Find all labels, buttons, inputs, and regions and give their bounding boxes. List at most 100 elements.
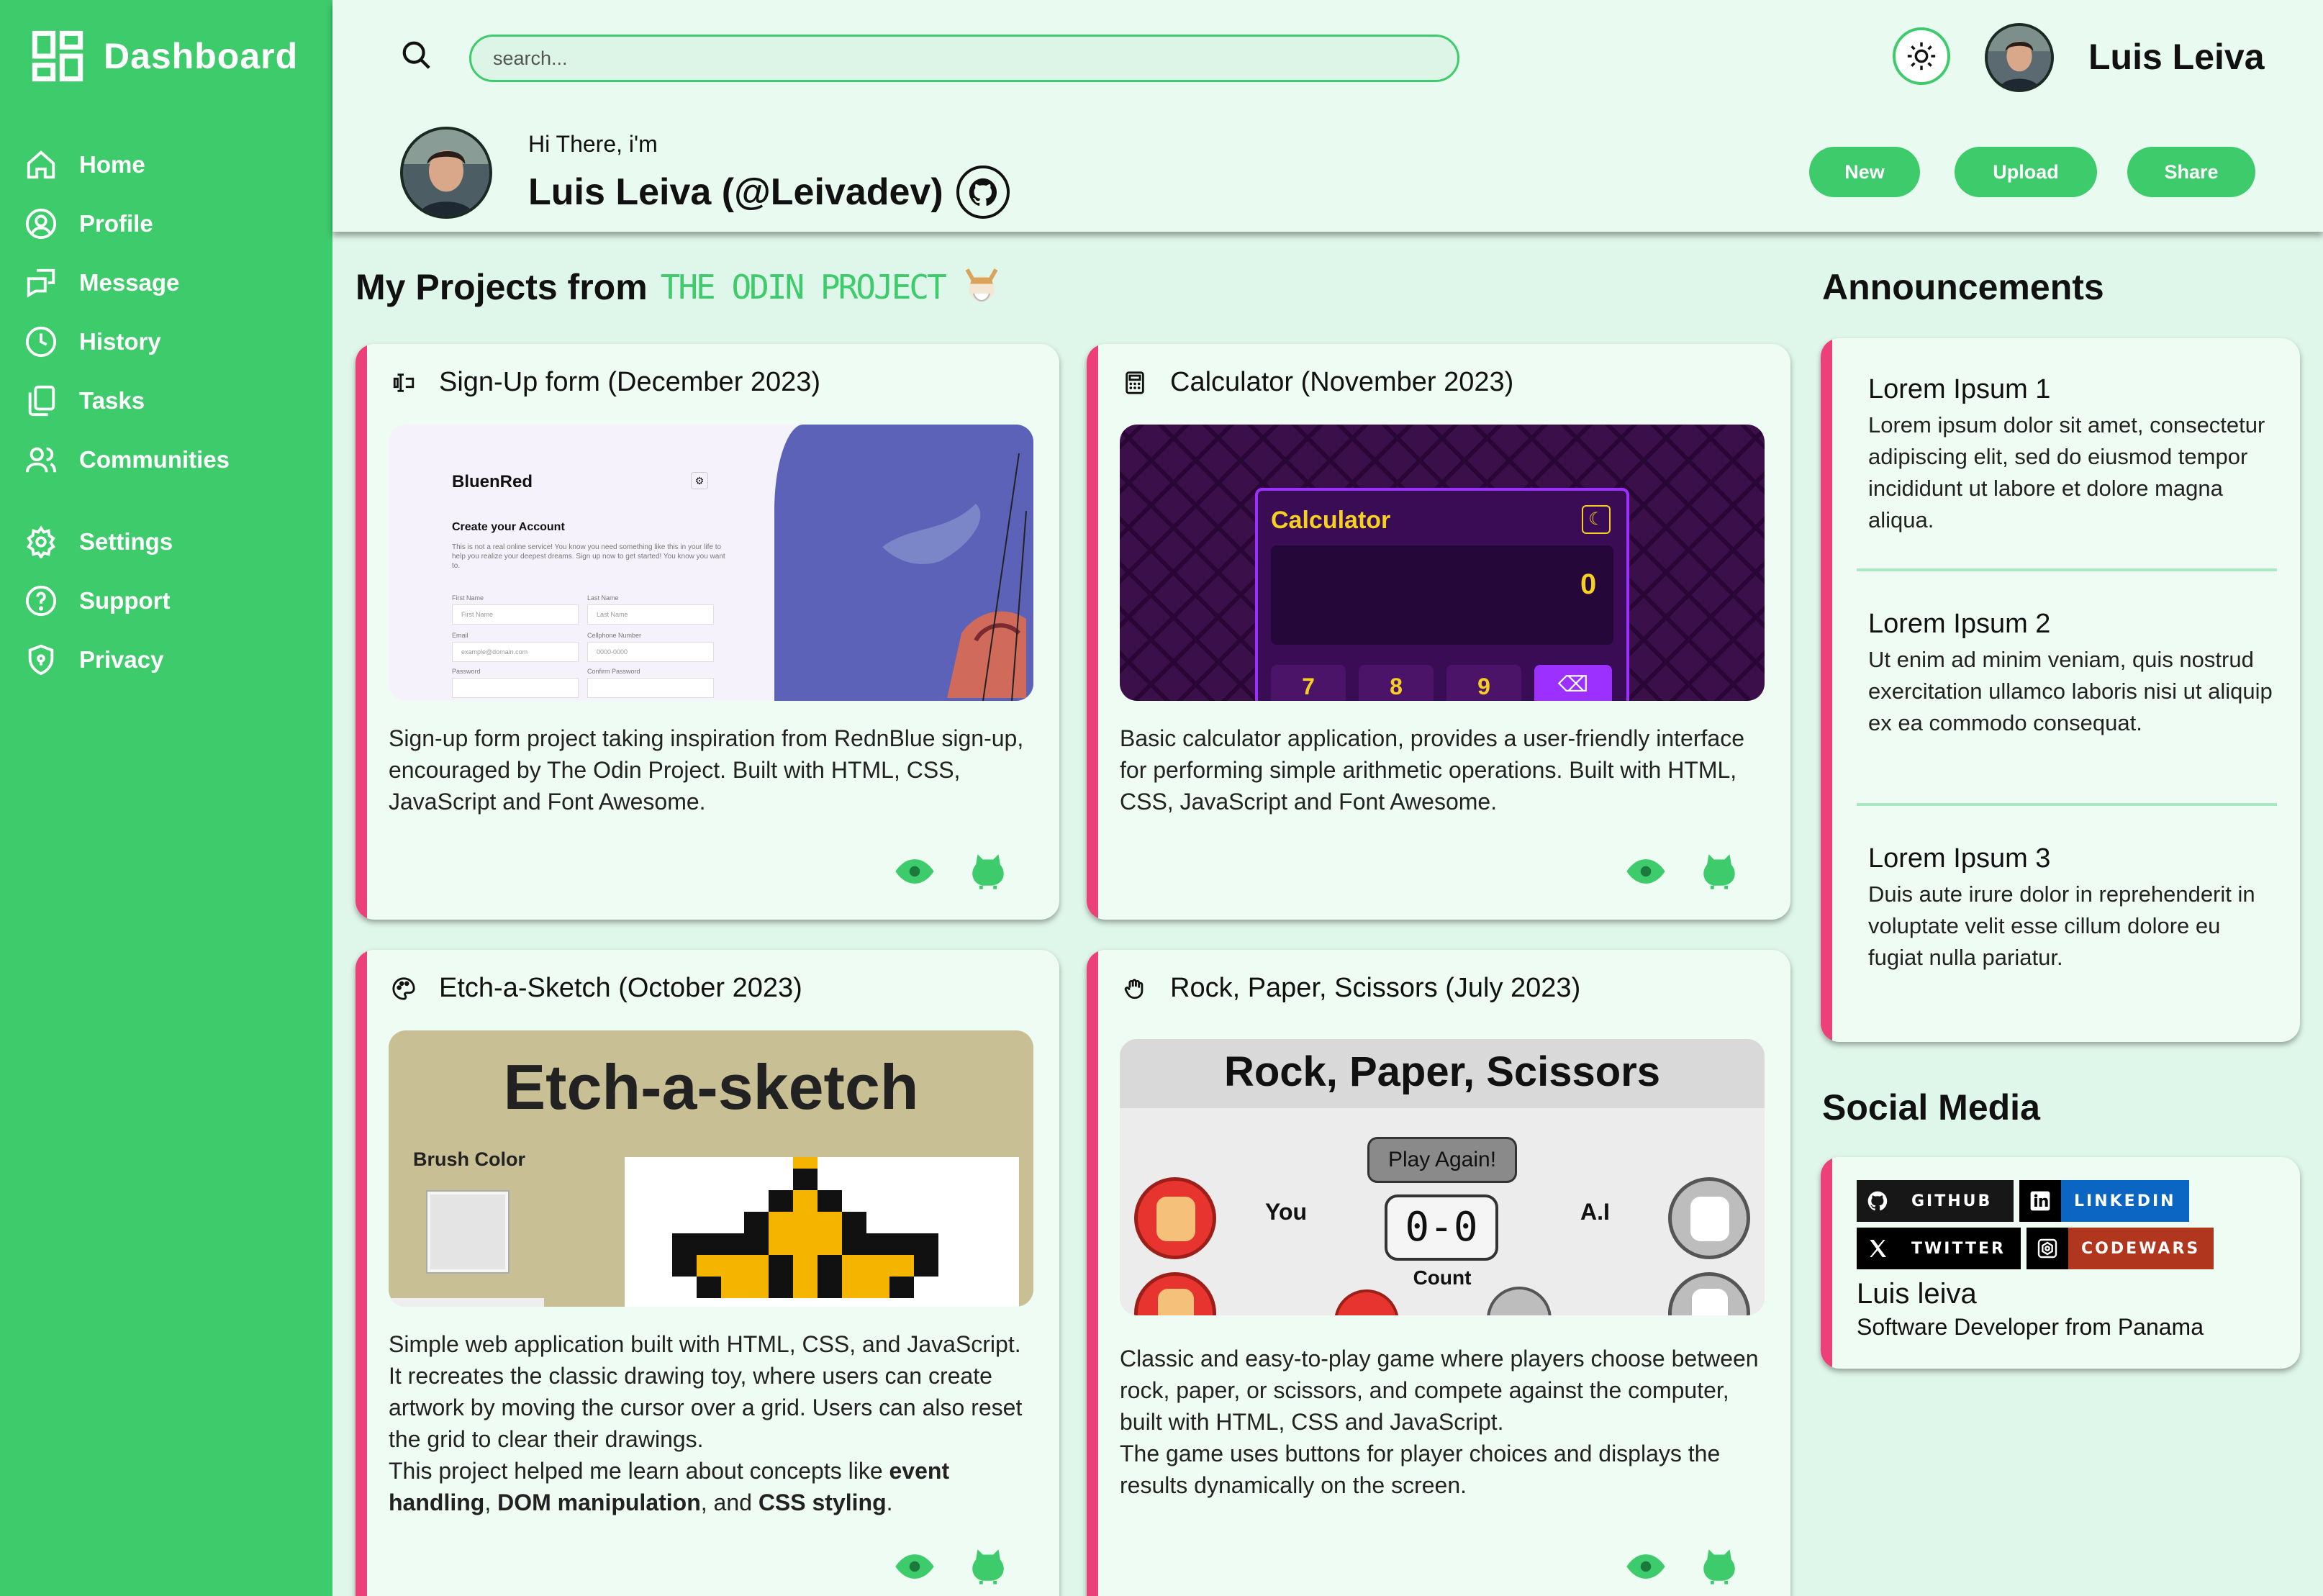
github-icon <box>1857 1180 1898 1222</box>
github-repo-icon[interactable] <box>1698 849 1740 891</box>
sidebar: Dashboard Home Profile Message History T… <box>0 0 332 1596</box>
shot-artwork <box>774 425 1033 701</box>
social-media-panel: GITHUB LINKEDIN TWITTER CODEWARS Luis le… <box>1821 1157 2300 1369</box>
announcements-title: Announcements <box>1822 267 2104 307</box>
brush-color-label: Brush Color <box>413 1148 526 1170</box>
sidebar-item-label: Privacy <box>79 646 164 673</box>
card-description: Sign-up form project taking inspiration … <box>389 725 1024 815</box>
project-screenshot[interactable]: Calculator ☾ 0 7 8 9 ⌫ <box>1120 425 1765 701</box>
calc-title: Calculator <box>1271 507 1391 534</box>
rock-choice-icon <box>1134 1177 1216 1259</box>
desc-separator: , and <box>700 1490 752 1515</box>
concept-dom-manipulation: DOM manipulation <box>497 1490 701 1515</box>
shot-logo: BluenRed <box>452 472 533 491</box>
twitter-badge[interactable]: TWITTER <box>1857 1228 2021 1269</box>
settings-icon <box>27 525 55 558</box>
project-card-signup: Sign-Up form (December 2023) BluenRed ⚙ … <box>356 344 1059 920</box>
shot-intro: This is not a real online service! You k… <box>452 543 725 570</box>
card-header: Sign-Up form (December 2023) <box>391 367 820 398</box>
divider <box>1857 803 2277 806</box>
upload-button[interactable]: Upload <box>1955 147 2097 197</box>
x-icon <box>1857 1228 1898 1269</box>
pixel-art <box>672 1157 938 1298</box>
projects-title: My Projects from <box>356 267 648 307</box>
sidebar-item-label: Home <box>79 151 145 178</box>
view-live-icon[interactable] <box>894 1546 936 1587</box>
codewars-badge[interactable]: CODEWARS <box>2027 1228 2214 1269</box>
sidebar-item-communities[interactable]: Communities <box>24 430 327 489</box>
project-card-etch-a-sketch: Etch-a-Sketch (October 2023) Etch-a-sket… <box>356 950 1059 1596</box>
desc-text: Simple web application built with HTML, … <box>389 1331 1023 1452</box>
projects-heading: My Projects from THE ODIN PROJECT <box>356 266 1001 308</box>
project-screenshot[interactable]: BluenRed ⚙ Create your Account This is n… <box>389 425 1033 701</box>
github-repo-icon[interactable] <box>967 1544 1009 1586</box>
profile-name-text: Luis Leiva (@Leivadev) <box>528 171 943 213</box>
user-name: Luis Leiva <box>2088 37 2265 77</box>
project-screenshot[interactable]: Rock, Paper, Scissors Play Again! You A.… <box>1120 1039 1765 1315</box>
card-description: Classic and easy-to-play game where play… <box>1120 1343 1767 1501</box>
shot-field <box>587 678 714 698</box>
card-description: Simple web application built with HTML, … <box>389 1328 1036 1518</box>
badge-label: LINKEDIN <box>2074 1192 2176 1210</box>
announcement-title: Lorem Ipsum 2 <box>1868 609 2051 639</box>
search-input[interactable] <box>469 35 1459 82</box>
history-icon <box>25 326 57 358</box>
sidebar-item-message[interactable]: Message <box>24 253 327 312</box>
calculator-icon <box>1126 371 1144 394</box>
profile-name: Luis Leiva (@Leivadev) <box>528 166 1010 219</box>
github-badge[interactable]: GITHUB <box>1857 1180 2014 1222</box>
divider <box>1857 568 2277 571</box>
sidebar-item-support[interactable]: Support <box>24 571 327 630</box>
sidebar-item-settings[interactable]: Settings <box>24 512 327 571</box>
brand-title: Dashboard <box>104 36 299 76</box>
odin-project-logo: THE ODIN PROJECT <box>660 268 947 307</box>
shot-field: First Name <box>452 604 579 625</box>
card-title: Sign-Up form (December 2023) <box>439 367 821 397</box>
brand[interactable]: Dashboard <box>30 29 298 83</box>
new-button[interactable]: New <box>1809 147 1920 197</box>
github-repo-icon[interactable] <box>967 849 1009 891</box>
announcement-title: Lorem Ipsum 1 <box>1868 374 2051 404</box>
announcement-title: Lorem Ipsum 3 <box>1868 843 2051 874</box>
social-subtitle: Software Developer from Panama <box>1857 1314 2204 1340</box>
card-description: Basic calculator application, provides a… <box>1120 725 1744 815</box>
shot-label: Confirm Password <box>587 668 640 675</box>
search-icon[interactable] <box>400 39 433 72</box>
support-icon <box>25 585 57 617</box>
announcement-item[interactable]: Lorem Ipsum 3 Duis aute irure dolor in r… <box>1868 843 2278 974</box>
header: Luis Leiva Hi There, i'm Luis Leiva (@Le… <box>332 0 2323 232</box>
ai-rock-icon <box>1668 1177 1750 1259</box>
github-icon <box>969 178 997 207</box>
github-profile-link[interactable] <box>956 166 1010 219</box>
announcement-item[interactable]: Lorem Ipsum 2 Ut enim ad minim veniam, q… <box>1868 609 2278 739</box>
badge-label: GITHUB <box>1911 1192 1993 1210</box>
share-button[interactable]: Share <box>2127 147 2255 197</box>
github-repo-icon[interactable] <box>1698 1544 1740 1586</box>
announcement-item[interactable]: Lorem Ipsum 1 Lorem ipsum dolor sit amet… <box>1868 374 2278 536</box>
sidebar-item-home[interactable]: Home <box>24 135 327 194</box>
sidebar-item-privacy[interactable]: Privacy <box>24 630 327 689</box>
linkedin-badge[interactable]: LINKEDIN <box>2019 1180 2189 1222</box>
backspace-icon: ⌫ <box>1534 665 1612 701</box>
project-screenshot[interactable]: Etch-a-sketch Brush Color <box>389 1030 1033 1307</box>
nav-divider <box>24 489 327 512</box>
rps-ai-label: A.I <box>1580 1199 1610 1225</box>
view-live-icon[interactable] <box>1625 1546 1667 1587</box>
sidebar-item-tasks[interactable]: Tasks <box>24 371 327 430</box>
odin-viking-icon <box>965 268 998 302</box>
sidebar-item-history[interactable]: History <box>24 312 327 371</box>
view-live-icon[interactable] <box>1625 851 1667 892</box>
home-icon <box>27 150 55 179</box>
project-card-calculator: Calculator (November 2023) Calculator ☾ … <box>1087 344 1790 920</box>
card-header: Etch-a-Sketch (October 2023) <box>391 973 802 1004</box>
theme-toggle-button[interactable] <box>1893 27 1950 85</box>
sidebar-item-profile[interactable]: Profile <box>24 194 327 253</box>
announcements-panel: Lorem Ipsum 1 Lorem ipsum dolor sit amet… <box>1821 338 2300 1042</box>
project-card-rock-paper-scissors: Rock, Paper, Scissors (July 2023) Rock, … <box>1087 950 1790 1596</box>
view-live-icon[interactable] <box>894 851 936 892</box>
play-again-button: Play Again! <box>1367 1137 1517 1183</box>
card-title: Rock, Paper, Scissors (July 2023) <box>1170 973 1581 1003</box>
avatar[interactable] <box>1985 23 2054 92</box>
announcement-text: Duis aute irure dolor in reprehenderit i… <box>1868 881 2255 970</box>
shot-label: Password <box>452 668 481 675</box>
